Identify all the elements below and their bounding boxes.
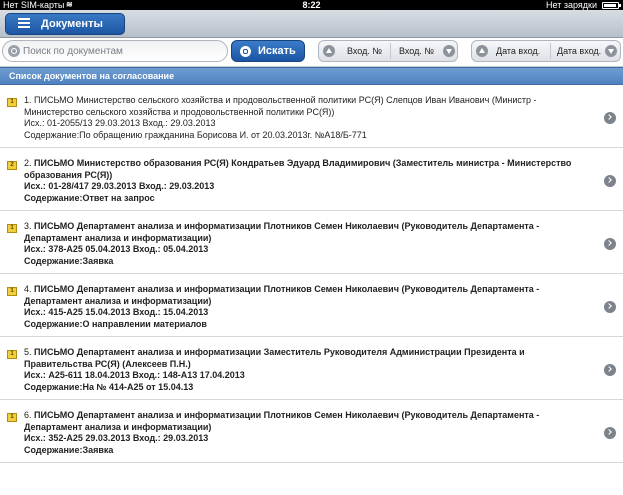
sort-descending-icon: [605, 45, 617, 57]
list-item[interactable]: 1 1. ПИСЬМО Министерство сельского хозяй…: [0, 85, 623, 148]
item-number: 3.: [24, 221, 32, 231]
status-bar: Нет SIM-карты ≋ 8:22 Нет зарядки: [0, 0, 623, 10]
divider: [550, 43, 551, 59]
document-content: Содержание:Заявка: [24, 255, 114, 266]
document-refs: Исх.: 01-28/417 29.03.2013 Вход.: 29.03.…: [24, 181, 215, 191]
document-list[interactable]: 1 1. ПИСЬМО Министерство сельского хозяй…: [0, 85, 623, 465]
section-header: Список документов на согласование: [0, 67, 623, 85]
divider: [390, 43, 391, 59]
document-refs: Исх.: 415-А25 15.04.2013 Вход.: 15.04.20…: [24, 307, 209, 317]
search-button[interactable]: Искать: [231, 40, 305, 62]
priority-badge: 2: [7, 161, 17, 170]
sort-number-label: Вход. №: [347, 46, 383, 56]
search-input[interactable]: [23, 43, 223, 60]
sort-date-descending[interactable]: Дата вход.: [553, 41, 620, 61]
priority-badge: 1: [7, 98, 17, 107]
chevron-right-icon[interactable]: [604, 427, 616, 439]
document-refs: Исх.: 378-А25 05.04.2013 Вход.: 05.04.20…: [24, 244, 209, 254]
item-number: 6.: [24, 410, 32, 420]
priority-badge: 1: [7, 413, 17, 422]
sort-number-label: Вход. №: [399, 46, 435, 56]
document-content: Содержание:По обращению гражданина Борис…: [24, 129, 367, 140]
chevron-right-icon[interactable]: [604, 364, 616, 376]
battery-level: [604, 4, 616, 7]
item-number: 4.: [24, 284, 32, 294]
search-button-label: Искать: [258, 45, 296, 57]
document-content: Содержание:Заявка: [24, 444, 114, 455]
item-number: 1.: [24, 95, 32, 105]
item-number: 5.: [24, 347, 32, 357]
sort-descending-icon: [443, 45, 455, 57]
document-title: ПИСЬМО Министерство сельского хозяйства …: [24, 95, 537, 117]
documents-menu-label: Документы: [41, 18, 103, 30]
sort-number-descending[interactable]: Вход. №: [393, 41, 457, 61]
sort-ascending-icon: [323, 45, 335, 57]
bottom-area: [0, 465, 623, 495]
list-item[interactable]: 1 5. ПИСЬМО Департамент анализа и информ…: [0, 337, 623, 400]
document-refs: Исх.: 01-2055/13 29.03.2013 Вход.: 29.03…: [24, 118, 216, 128]
document-title: ПИСЬМО Департамент анализа и информатиза…: [24, 284, 540, 306]
list-item[interactable]: 2 2. ПИСЬМО Министерство образования РС(…: [0, 148, 623, 211]
list-icon: [18, 18, 30, 28]
priority-badge: 1: [7, 350, 17, 359]
chevron-right-icon[interactable]: [604, 301, 616, 313]
document-content: Содержание:На № 414-А25 от 15.04.13: [24, 381, 194, 392]
priority-badge: 1: [7, 287, 17, 296]
sort-date-label: Дата вход.: [557, 46, 602, 56]
list-item[interactable]: 1 3. ПИСЬМО Департамент анализа и информ…: [0, 211, 623, 274]
sort-ascending-icon: [476, 45, 488, 57]
sort-date-label: Дата вход.: [496, 46, 541, 56]
document-refs: Исх.: А25-611 18.04.2013 Вход.: 148-А13 …: [24, 370, 245, 380]
chevron-right-icon[interactable]: [604, 238, 616, 250]
navigation-bar: Документы: [0, 10, 623, 38]
list-item[interactable]: 1 4. ПИСЬМО Департамент анализа и информ…: [0, 274, 623, 337]
clock: 8:22: [302, 0, 321, 10]
charging-status: Нет зарядки: [546, 0, 597, 10]
document-content: Содержание:О направлении материалов: [24, 318, 207, 329]
chevron-right-icon[interactable]: [604, 112, 616, 124]
list-item[interactable]: 1 6. ПИСЬМО Департамент анализа и информ…: [0, 400, 623, 463]
document-title: ПИСЬМО Департамент анализа и информатиза…: [24, 347, 525, 369]
chevron-right-icon[interactable]: [604, 175, 616, 187]
document-content: Содержание:Ответ на запрос: [24, 192, 155, 203]
document-refs: Исх.: 352-А25 29.03.2013 Вход.: 29.03.20…: [24, 433, 209, 443]
sort-date-ascending[interactable]: Дата вход.: [476, 41, 548, 61]
sort-number-ascending[interactable]: Вход. №: [323, 41, 389, 61]
sort-by-number-control: Вход. № Вход. №: [318, 40, 458, 62]
document-title: ПИСЬМО Департамент анализа и информатиза…: [24, 221, 540, 243]
priority-badge: 1: [7, 224, 17, 233]
search-icon: [240, 46, 251, 57]
item-number: 2.: [24, 158, 32, 168]
sort-by-date-control: Дата вход. Дата вход.: [471, 40, 621, 62]
search-field[interactable]: [2, 40, 228, 62]
document-title: ПИСЬМО Департамент анализа и информатиза…: [24, 410, 540, 432]
documents-menu-button[interactable]: Документы: [5, 13, 125, 35]
search-icon: [8, 45, 20, 57]
document-title: ПИСЬМО Министерство образования РС(Я) Ко…: [24, 158, 572, 180]
search-toolbar: Искать Вход. № Вход. № Дата вход. Дата в…: [0, 38, 623, 67]
battery-icon: [602, 2, 621, 9]
